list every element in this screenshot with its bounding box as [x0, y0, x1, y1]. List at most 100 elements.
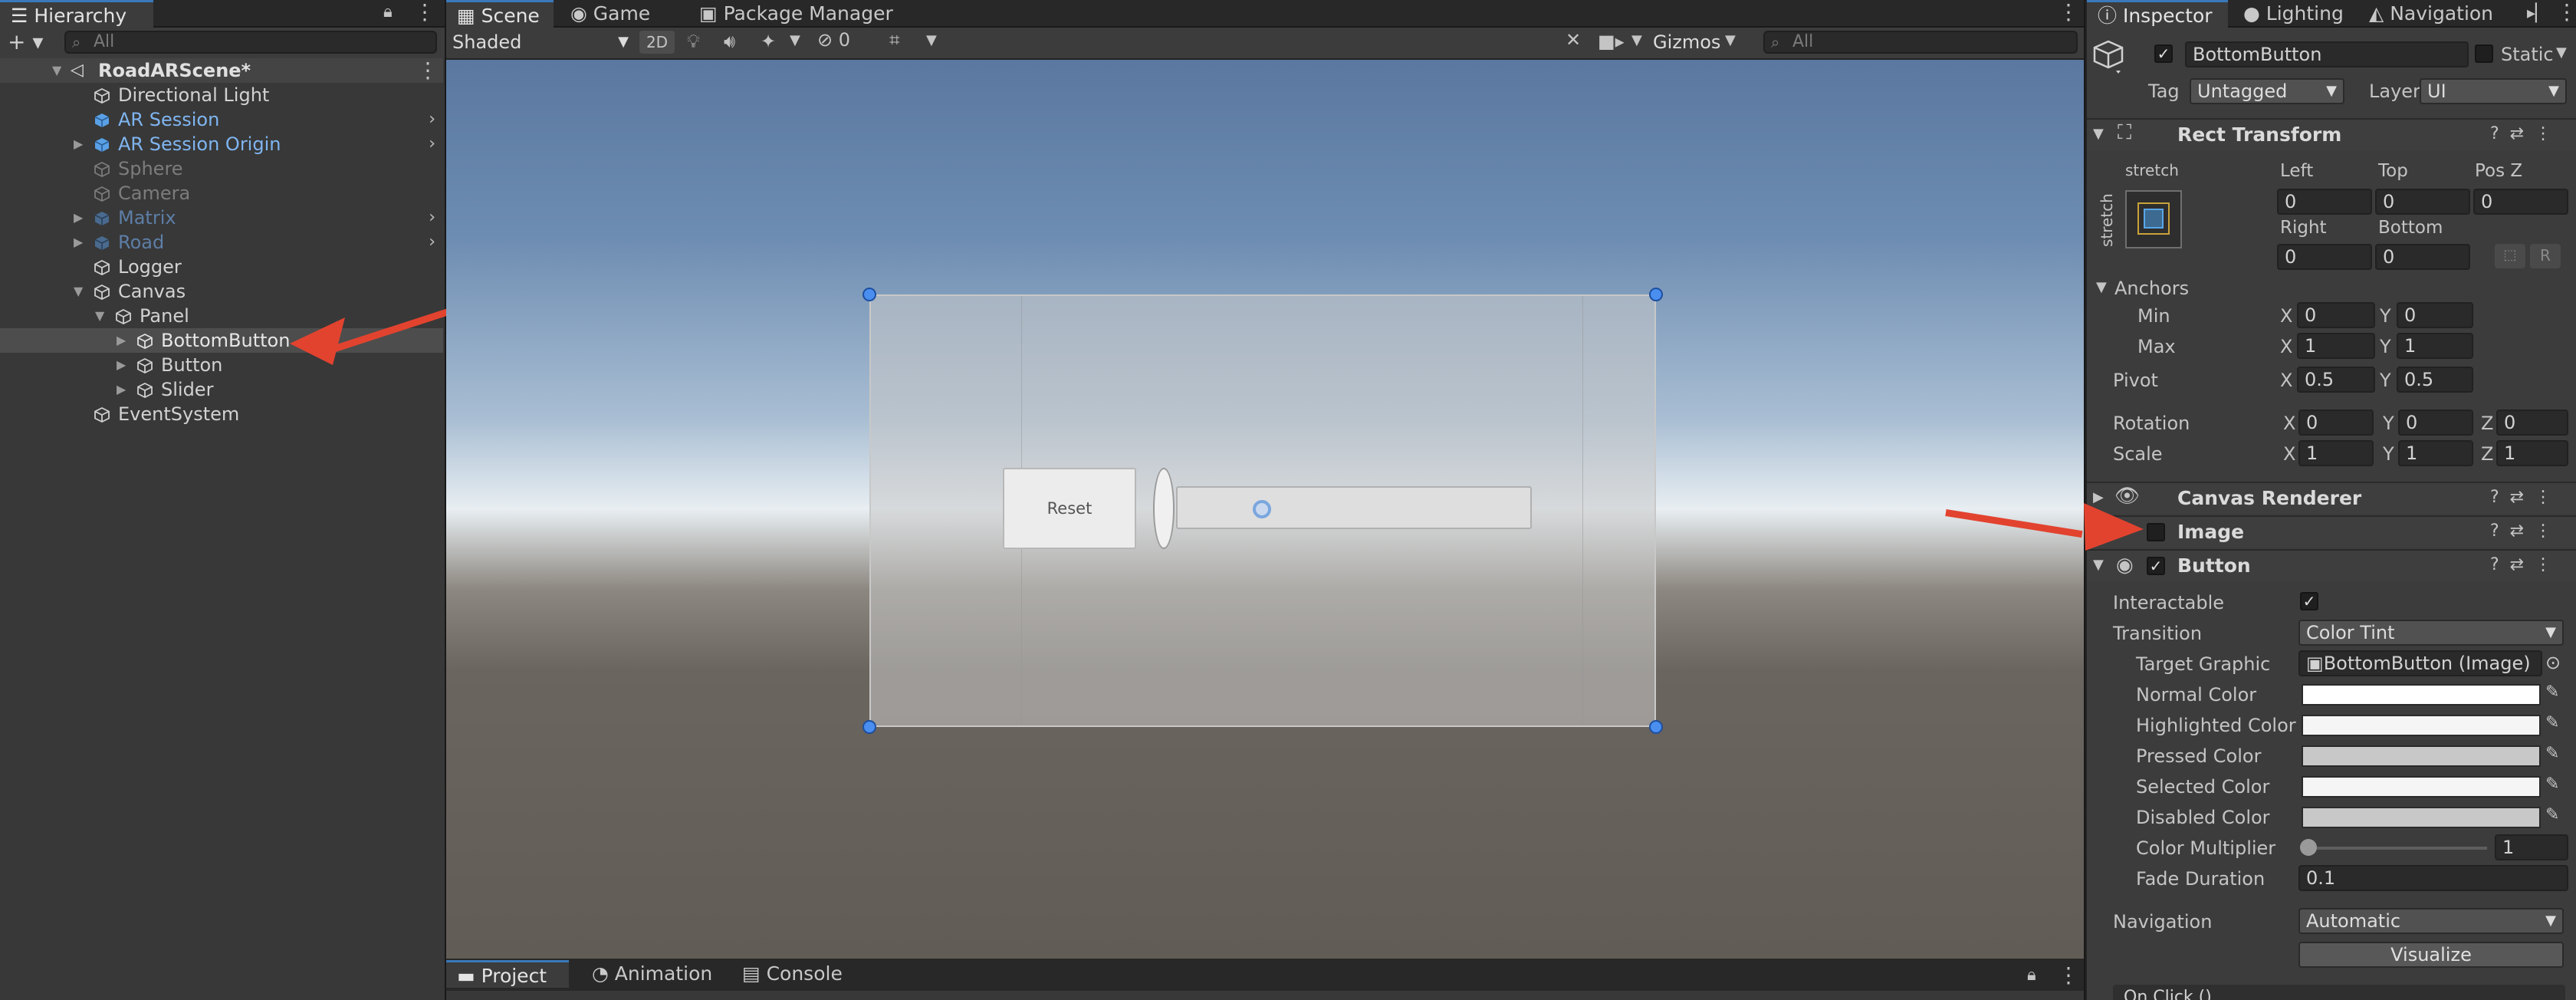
hierarchy-item-ar-session[interactable]: AR Session › — [0, 107, 443, 132]
scale-y-field[interactable]: 1 — [2398, 440, 2473, 466]
transition-dropdown[interactable]: Color Tint ▼ — [2298, 620, 2564, 646]
posz-field[interactable]: 0 — [2473, 189, 2568, 215]
collapse-arrow-icon[interactable]: ▼ — [95, 304, 104, 328]
tab-hierarchy[interactable]: ☰ Hierarchy — [0, 0, 153, 28]
min-x-field[interactable]: 0 — [2297, 302, 2375, 328]
static-checkbox[interactable] — [2475, 44, 2493, 63]
hierarchy-item-ar-session-origin[interactable]: ▶ AR Session Origin › — [0, 132, 443, 156]
tab-game[interactable]: ◉ Game — [560, 0, 661, 28]
hierarchy-item-camera[interactable]: Camera — [0, 181, 443, 206]
target-graphic-field[interactable]: ▣BottomButton (Image) — [2298, 650, 2542, 676]
expand-arrow-icon[interactable]: ▶ — [117, 328, 126, 353]
eyedropper-icon[interactable]: ✎ — [2545, 805, 2559, 824]
max-x-field[interactable]: 1 — [2297, 333, 2375, 359]
more-menu-icon[interactable]: ⋮ — [2058, 2, 2079, 23]
rot-y-field[interactable]: 0 — [2398, 410, 2473, 436]
expand-arrow-icon[interactable]: ▶ — [117, 377, 126, 402]
button-component-header[interactable]: ▼ ◉ ✓ Button ?⇄⋮ — [2087, 549, 2576, 581]
pivot-y-field[interactable]: 0.5 — [2397, 367, 2473, 393]
hidden-objects-toggle[interactable]: ⊘ 0 — [817, 29, 850, 51]
pivot-icon[interactable] — [1253, 500, 1271, 518]
eyedropper-icon[interactable]: ✎ — [2545, 713, 2559, 732]
more-menu-icon[interactable]: ⋮ — [2058, 965, 2079, 986]
tab-scene[interactable]: ▦ Scene — [446, 0, 554, 28]
reset-button-preview[interactable]: Reset — [1003, 468, 1136, 549]
component-header-icons[interactable]: ?⇄⋮ — [2490, 124, 2562, 143]
gizmos-button[interactable]: Gizmos — [1653, 28, 1720, 57]
blueprint-mode-button[interactable]: ⬚ — [2495, 244, 2525, 268]
expand-arrow-icon[interactable]: ▶ — [117, 353, 126, 377]
hierarchy-item-matrix[interactable]: ▶ Matrix › — [0, 206, 443, 230]
scale-x-field[interactable]: 1 — [2298, 440, 2374, 466]
resize-handle-bottom-right[interactable] — [1649, 720, 1663, 734]
tools-icon[interactable]: ✕ — [1566, 29, 1581, 51]
lock-icon[interactable]: 🔒︎ — [383, 2, 393, 23]
highlighted-color-swatch[interactable] — [2302, 715, 2541, 736]
collapse-arrow-icon[interactable]: ▼ — [2096, 279, 2107, 295]
component-header-icons[interactable]: ?⇄⋮ — [2490, 555, 2562, 574]
scene-lighting-icon[interactable]: 💡︎ — [687, 31, 700, 52]
tab-package-manager[interactable]: ▣ Package Manager — [688, 0, 904, 28]
rect-transform-header[interactable]: ▼ ⛶ Rect Transform ?⇄⋮ — [2087, 118, 2576, 150]
canvas-renderer-header[interactable]: ▶ 👁︎ Canvas Renderer ?⇄⋮ — [2087, 482, 2576, 514]
tab-project[interactable]: ▬ Project — [446, 960, 569, 988]
top-field[interactable]: 0 — [2375, 189, 2470, 215]
hierarchy-item-panel[interactable]: ▼ Panel — [0, 304, 443, 328]
tab-navigation[interactable]: ◭ Navigation — [2358, 0, 2504, 28]
fade-duration-field[interactable]: 0.1 — [2298, 865, 2568, 891]
rot-x-field[interactable]: 0 — [2298, 410, 2374, 436]
active-checkbox[interactable]: ✓ — [2154, 44, 2173, 63]
layer-dropdown[interactable]: UI ▼ — [2420, 78, 2567, 104]
tab-lighting[interactable]: ● Lighting — [2233, 0, 2354, 28]
grid-snap-icon[interactable]: ⌗ — [889, 29, 900, 51]
hierarchy-item-eventsystem[interactable]: EventSystem — [0, 402, 443, 426]
collapse-arrow-icon[interactable]: ▼ — [2093, 126, 2104, 142]
expand-arrow-icon[interactable]: ▶ — [74, 132, 83, 156]
hierarchy-item-road[interactable]: ▶ Road › — [0, 230, 443, 255]
eyedropper-icon[interactable]: ✎ — [2545, 683, 2559, 702]
min-y-field[interactable]: 0 — [2397, 302, 2473, 328]
expand-arrow-icon[interactable]: ▼ — [52, 58, 61, 83]
toggle-2d-button[interactable]: 2D — [639, 31, 675, 54]
gizmos-dropdown-icon[interactable]: ▼ — [1725, 32, 1736, 48]
tab-animation[interactable]: ◔ Animation — [581, 960, 723, 988]
rot-z-field[interactable]: 0 — [2496, 410, 2568, 436]
object-picker-icon[interactable]: ⊙ — [2545, 652, 2561, 673]
interactable-checkbox[interactable]: ✓ — [2300, 592, 2318, 610]
hierarchy-item-sphere[interactable]: Sphere — [0, 156, 443, 181]
static-dropdown-icon[interactable]: ▼ — [2556, 44, 2567, 61]
hierarchy-item-button[interactable]: ▶ Button — [0, 353, 443, 377]
chevron-right-icon[interactable]: › — [429, 132, 435, 156]
slider-handle-preview[interactable] — [1153, 468, 1175, 549]
image-header[interactable]: ▶ Image ?⇄⋮ — [2087, 515, 2576, 548]
more-menu-icon[interactable]: ⋮ — [414, 2, 435, 23]
more-menu-icon[interactable]: ⋮ — [2556, 2, 2576, 23]
tab-overflow-icon[interactable]: ▸▏ — [2527, 3, 2548, 25]
effects-icon[interactable]: ✦ — [761, 31, 776, 52]
tab-inspector[interactable]: ⓘ Inspector — [2087, 0, 2228, 28]
hierarchy-item-logger[interactable]: Logger — [0, 255, 443, 279]
scale-z-field[interactable]: 1 — [2496, 440, 2568, 466]
raw-edit-button[interactable]: R — [2530, 244, 2561, 268]
grid-dropdown-icon[interactable]: ▼ — [926, 32, 937, 48]
resize-handle-bottom-left[interactable] — [863, 720, 876, 734]
color-multiplier-field[interactable]: 1 — [2495, 834, 2568, 860]
pressed-color-swatch[interactable] — [2302, 745, 2541, 767]
max-y-field[interactable]: 1 — [2397, 333, 2473, 359]
shading-mode-dropdown[interactable]: Shaded ▼ — [452, 29, 633, 55]
scene-search-input[interactable]: ⌕ All — [1763, 31, 2078, 54]
camera-icon[interactable]: ■▸ — [1598, 31, 1625, 52]
expand-arrow-icon[interactable]: ▶ — [74, 206, 83, 230]
eyedropper-icon[interactable]: ✎ — [2545, 775, 2559, 794]
resize-handle-top-left[interactable] — [863, 288, 876, 301]
pivot-x-field[interactable]: 0.5 — [2297, 367, 2375, 393]
component-header-icons[interactable]: ?⇄⋮ — [2490, 488, 2562, 507]
component-header-icons[interactable]: ?⇄⋮ — [2490, 521, 2562, 541]
right-field[interactable]: 0 — [2277, 244, 2372, 270]
selected-color-swatch[interactable] — [2302, 776, 2541, 798]
resize-handle-top-right[interactable] — [1649, 288, 1663, 301]
expand-arrow-icon[interactable]: ▶ — [74, 230, 83, 255]
chevron-right-icon[interactable]: › — [429, 206, 435, 230]
hierarchy-item-directional-light[interactable]: Directional Light — [0, 83, 443, 107]
slider-background-preview[interactable] — [1176, 486, 1532, 529]
